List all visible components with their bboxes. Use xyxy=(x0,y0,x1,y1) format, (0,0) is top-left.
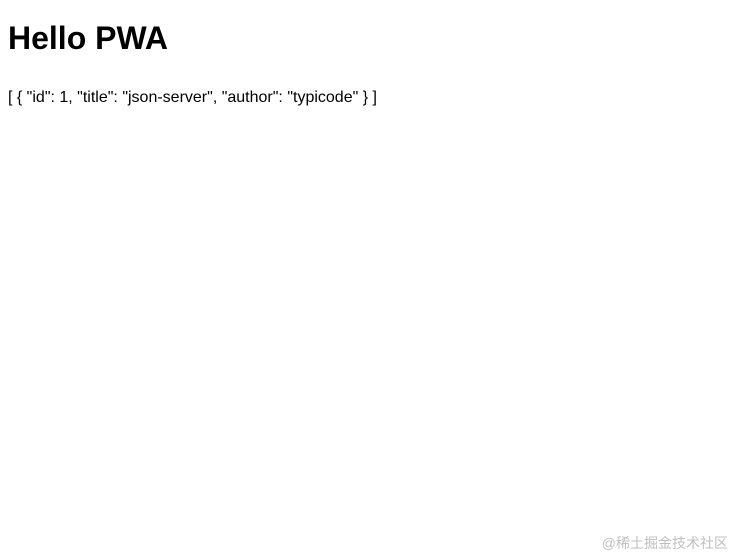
page-title: Hello PWA xyxy=(8,20,730,57)
json-output-text: [ { "id": 1, "title": "json-server", "au… xyxy=(8,89,730,107)
watermark-text: @稀土掘金技术社区 xyxy=(602,533,728,553)
